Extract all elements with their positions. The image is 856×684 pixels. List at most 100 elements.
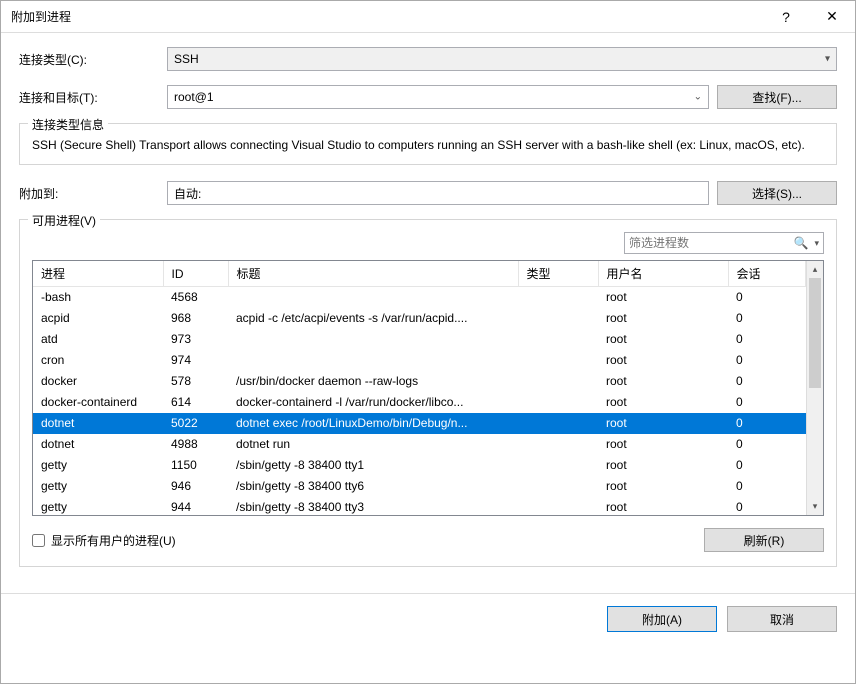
- connection-info-title: 连接类型信息: [28, 116, 108, 133]
- find-button[interactable]: 查找(F)...: [717, 85, 837, 109]
- connection-info-text: SSH (Secure Shell) Transport allows conn…: [32, 136, 824, 154]
- cell-type: [518, 392, 598, 413]
- cell-user: root: [598, 434, 728, 455]
- show-all-users-checkbox-wrap[interactable]: 显示所有用户的进程(U): [32, 532, 176, 549]
- scroll-down-icon[interactable]: ▾: [807, 498, 823, 515]
- connection-type-select[interactable]: SSH ▾: [167, 47, 837, 71]
- cell-session: 0: [728, 392, 806, 413]
- cancel-button[interactable]: 取消: [727, 606, 837, 632]
- scroll-thumb[interactable]: [809, 278, 821, 388]
- cell-session: 0: [728, 287, 806, 308]
- chevron-down-icon: ⌄: [694, 92, 702, 103]
- cell-id: 946: [163, 476, 228, 497]
- col-user[interactable]: 用户名: [598, 261, 728, 287]
- col-type[interactable]: 类型: [518, 261, 598, 287]
- cell-proc: acpid: [33, 308, 163, 329]
- cell-session: 0: [728, 371, 806, 392]
- scroll-up-icon[interactable]: ▴: [807, 261, 823, 278]
- cell-title: /usr/bin/docker daemon --raw-logs: [228, 371, 518, 392]
- cell-id: 973: [163, 329, 228, 350]
- dialog-footer: 附加(A) 取消: [1, 593, 855, 644]
- cell-id: 944: [163, 497, 228, 516]
- cell-type: [518, 329, 598, 350]
- cell-proc: getty: [33, 455, 163, 476]
- chevron-down-icon[interactable]: ▾: [814, 238, 819, 249]
- cell-proc: dotnet: [33, 413, 163, 434]
- table-row[interactable]: getty944/sbin/getty -8 38400 tty3root0: [33, 497, 806, 516]
- cell-type: [518, 308, 598, 329]
- cell-session: 0: [728, 413, 806, 434]
- cell-id: 578: [163, 371, 228, 392]
- attach-button[interactable]: 附加(A): [607, 606, 717, 632]
- col-process[interactable]: 进程: [33, 261, 163, 287]
- close-button[interactable]: ✕: [809, 1, 855, 33]
- cell-session: 0: [728, 455, 806, 476]
- window-title: 附加到进程: [11, 8, 763, 25]
- col-title[interactable]: 标题: [228, 261, 518, 287]
- table-row[interactable]: cron974root0: [33, 350, 806, 371]
- cell-type: [518, 371, 598, 392]
- cell-session: 0: [728, 329, 806, 350]
- table-row[interactable]: acpid968acpid -c /etc/acpi/events -s /va…: [33, 308, 806, 329]
- cell-user: root: [598, 329, 728, 350]
- cell-session: 0: [728, 497, 806, 516]
- cell-type: [518, 434, 598, 455]
- cell-session: 0: [728, 434, 806, 455]
- col-id[interactable]: ID: [163, 261, 228, 287]
- cell-user: root: [598, 392, 728, 413]
- vertical-scrollbar[interactable]: ▴ ▾: [806, 261, 823, 515]
- cell-title: [228, 350, 518, 371]
- cell-user: root: [598, 350, 728, 371]
- cell-id: 1150: [163, 455, 228, 476]
- connection-type-value: SSH: [174, 52, 199, 66]
- table-header-row: 进程 ID 标题 类型 用户名 会话: [33, 261, 806, 287]
- table-row[interactable]: atd973 root0: [33, 329, 806, 350]
- cell-proc: cron: [33, 350, 163, 371]
- dialog-content: 连接类型(C): SSH ▾ 连接和目标(T): root@1 ⌄ 查找(F).…: [1, 33, 855, 593]
- connection-target-value: root@1: [174, 90, 214, 104]
- available-processes-title: 可用进程(V): [28, 212, 100, 229]
- refresh-button[interactable]: 刷新(R): [704, 528, 824, 552]
- show-all-users-label: 显示所有用户的进程(U): [51, 532, 176, 549]
- connection-info-group: 连接类型信息 SSH (Secure Shell) Transport allo…: [19, 123, 837, 165]
- cell-id: 5022: [163, 413, 228, 434]
- cell-user: root: [598, 287, 728, 308]
- show-all-users-checkbox[interactable]: [32, 534, 45, 547]
- table-row[interactable]: docker578/usr/bin/docker daemon --raw-lo…: [33, 371, 806, 392]
- filter-input-wrap[interactable]: 🔍 ▾: [624, 232, 824, 254]
- cell-title: dotnet exec /root/LinuxDemo/bin/Debug/n.…: [228, 413, 518, 434]
- cell-session: 0: [728, 308, 806, 329]
- cell-user: root: [598, 308, 728, 329]
- select-button[interactable]: 选择(S)...: [717, 181, 837, 205]
- cell-title: [228, 287, 518, 308]
- table-row[interactable]: dotnet4988dotnet runroot0: [33, 434, 806, 455]
- cell-id: 614: [163, 392, 228, 413]
- scroll-track[interactable]: [807, 278, 823, 498]
- cell-type: [518, 455, 598, 476]
- attach-to-field: 自动:: [167, 181, 709, 205]
- cell-proc: docker: [33, 371, 163, 392]
- cell-proc: atd: [33, 329, 163, 350]
- cell-title: docker-containerd -l /var/run/docker/lib…: [228, 392, 518, 413]
- cell-proc: getty: [33, 497, 163, 516]
- cell-title: /sbin/getty -8 38400 tty3: [228, 497, 518, 516]
- cell-title: dotnet run: [228, 434, 518, 455]
- titlebar: 附加到进程 ? ✕: [1, 1, 855, 33]
- help-button[interactable]: ?: [763, 1, 809, 33]
- cell-session: 0: [728, 476, 806, 497]
- table-row[interactable]: getty1150/sbin/getty -8 38400 tty1root0: [33, 455, 806, 476]
- chevron-down-icon: ▾: [825, 54, 830, 65]
- cell-id: 4568: [163, 287, 228, 308]
- connection-target-input[interactable]: root@1 ⌄: [167, 85, 709, 109]
- filter-input[interactable]: [629, 236, 788, 250]
- cell-id: 968: [163, 308, 228, 329]
- cell-type: [518, 476, 598, 497]
- cell-title: /sbin/getty -8 38400 tty1: [228, 455, 518, 476]
- cell-user: root: [598, 371, 728, 392]
- search-icon: 🔍: [794, 236, 809, 250]
- table-row[interactable]: dotnet5022dotnet exec /root/LinuxDemo/bi…: [33, 413, 806, 434]
- col-session[interactable]: 会话: [728, 261, 806, 287]
- table-row[interactable]: docker-containerd614docker-containerd -l…: [33, 392, 806, 413]
- table-row[interactable]: getty946/sbin/getty -8 38400 tty6root0: [33, 476, 806, 497]
- table-row[interactable]: -bash4568root0: [33, 287, 806, 308]
